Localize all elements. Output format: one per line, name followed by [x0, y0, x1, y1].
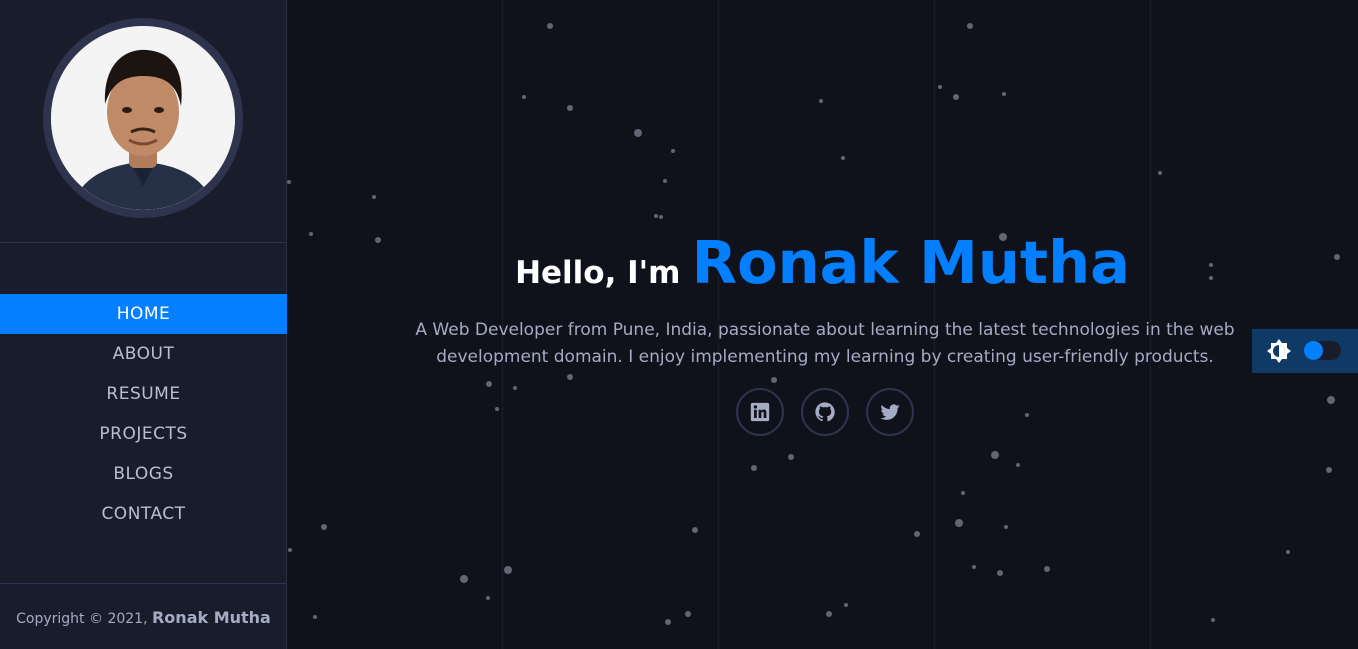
nav-item-blogs[interactable]: BLOGS [0, 454, 287, 494]
theme-toggle[interactable] [1252, 329, 1358, 373]
sidebar: HOME ABOUT RESUME PROJECTS BLOGS CONTACT… [0, 0, 287, 649]
nav-item-home[interactable]: HOME [0, 294, 287, 334]
nav-item-resume[interactable]: RESUME [0, 374, 287, 414]
social-links [736, 388, 918, 436]
twitter-icon [880, 404, 900, 420]
avatar-image [51, 26, 235, 210]
copyright-text: Copyright © 2021, [16, 611, 148, 627]
theme-switch[interactable] [1304, 341, 1341, 360]
linkedin-icon [750, 402, 770, 422]
hero-description: A Web Developer from Pune, India, passio… [415, 320, 1235, 367]
avatar [43, 18, 243, 218]
divider [0, 242, 287, 243]
github-icon [815, 402, 835, 422]
divider [0, 583, 287, 584]
linkedin-link[interactable] [736, 388, 784, 436]
twitter-link[interactable] [866, 388, 914, 436]
nav-item-about[interactable]: ABOUT [0, 334, 287, 374]
hero-name: Ronak Mutha [691, 228, 1130, 297]
copyright-name[interactable]: Ronak Mutha [152, 608, 271, 627]
nav-item-projects[interactable]: PROJECTS [0, 414, 287, 454]
hero-title: Hello, I'm Ronak Mutha [287, 228, 1358, 297]
copyright: Copyright © 2021, Ronak Mutha [0, 608, 287, 627]
switch-knob [1304, 341, 1323, 360]
main-nav: HOME ABOUT RESUME PROJECTS BLOGS CONTACT [0, 294, 287, 534]
sun-icon [1267, 339, 1291, 363]
github-link[interactable] [801, 388, 849, 436]
greeting: Hello, I'm [515, 255, 681, 291]
nav-item-contact[interactable]: CONTACT [0, 494, 287, 534]
hero-section: Hello, I'm Ronak Mutha A Web Developer f… [287, 0, 1358, 649]
